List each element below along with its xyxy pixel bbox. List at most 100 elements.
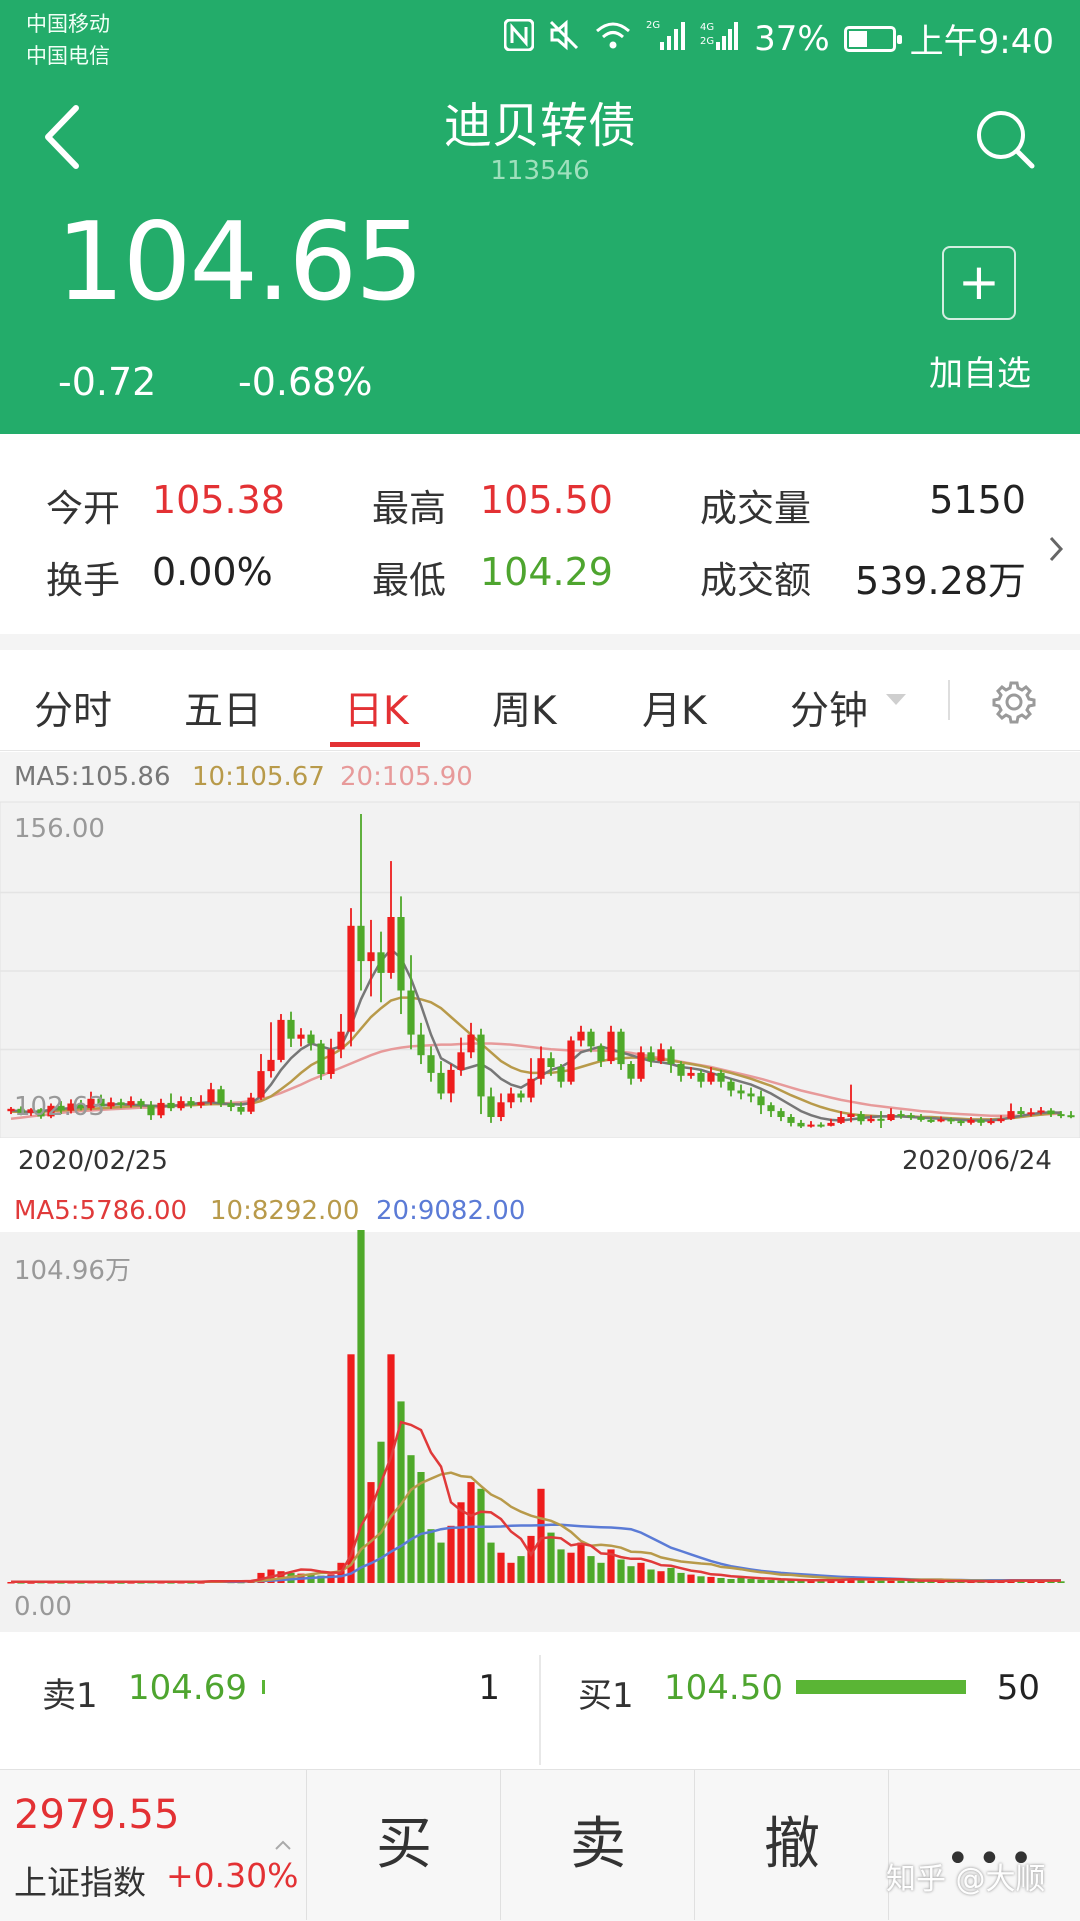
candle bbox=[557, 1067, 565, 1082]
candle bbox=[717, 1072, 725, 1082]
volume-bar bbox=[637, 1562, 645, 1583]
cancel-order-button[interactable]: 撤 bbox=[694, 1770, 889, 1920]
candle bbox=[207, 1089, 215, 1103]
index-value[interactable]: 2979.55 bbox=[14, 1792, 179, 1838]
signal-2-label: 4G bbox=[700, 22, 714, 33]
ask1-quantity: 1 bbox=[478, 1668, 500, 1708]
volume-bar bbox=[587, 1556, 595, 1583]
volume-bar bbox=[387, 1354, 395, 1583]
candle bbox=[1037, 1110, 1045, 1113]
candle bbox=[197, 1102, 205, 1106]
candle bbox=[757, 1096, 765, 1106]
volume-bar bbox=[497, 1552, 505, 1583]
price-panel bbox=[0, 801, 1080, 1139]
bid1-label: 买1 bbox=[578, 1676, 634, 1716]
volume-axis-min: 0.00 bbox=[14, 1592, 72, 1622]
index-change[interactable]: +0.30% bbox=[166, 1856, 298, 1895]
candle bbox=[567, 1040, 575, 1082]
candle bbox=[937, 1119, 945, 1122]
candle bbox=[1067, 1115, 1075, 1118]
kline-chart[interactable]: MA5:105.86 10:105.67 20:105.90 156.00 10… bbox=[0, 752, 1080, 1632]
candle bbox=[777, 1111, 785, 1117]
candle bbox=[367, 952, 375, 962]
candle bbox=[867, 1118, 875, 1122]
candle bbox=[687, 1072, 695, 1076]
tab-intraday[interactable]: 分时 bbox=[34, 680, 112, 736]
candle bbox=[667, 1049, 675, 1064]
add-watchlist-button[interactable]: + bbox=[942, 246, 1016, 320]
candle bbox=[967, 1119, 975, 1123]
volume-axis-max: 104.96万 bbox=[14, 1256, 131, 1286]
tab-daily-k[interactable]: 日K bbox=[344, 680, 409, 736]
candle bbox=[467, 1034, 475, 1053]
candle bbox=[897, 1114, 905, 1117]
candle bbox=[337, 1031, 345, 1050]
candle bbox=[177, 1101, 185, 1109]
sell-button[interactable]: 卖 bbox=[500, 1770, 695, 1920]
amount-label: 成交额 bbox=[700, 559, 811, 602]
chevron-down-icon[interactable] bbox=[886, 694, 906, 705]
volume-bar bbox=[677, 1572, 685, 1583]
candle bbox=[117, 1102, 125, 1106]
turnover-value: 0.00% bbox=[152, 550, 273, 594]
active-tab-indicator bbox=[330, 742, 420, 747]
volume-bar bbox=[697, 1576, 705, 1583]
candle bbox=[1057, 1114, 1065, 1117]
price-change: -0.72 bbox=[58, 360, 157, 404]
volume-bar bbox=[567, 1552, 575, 1583]
mute-icon bbox=[548, 19, 580, 59]
candle bbox=[497, 1102, 505, 1117]
chevron-up-icon[interactable] bbox=[274, 1836, 292, 1850]
candle bbox=[807, 1124, 815, 1127]
quote-expand-button[interactable] bbox=[1046, 534, 1066, 564]
volume-bar bbox=[777, 1580, 785, 1583]
candle bbox=[507, 1093, 515, 1103]
volume-bar bbox=[857, 1580, 865, 1583]
candle bbox=[227, 1103, 235, 1107]
candle bbox=[677, 1064, 685, 1076]
order-book-divider bbox=[539, 1655, 541, 1765]
candle bbox=[107, 1102, 115, 1107]
bid1-price: 104.50 bbox=[664, 1668, 783, 1708]
volume-bar bbox=[377, 1441, 385, 1583]
candle bbox=[297, 1034, 305, 1039]
candle bbox=[737, 1090, 745, 1094]
tab-minute[interactable]: 分钟 bbox=[790, 680, 868, 736]
index-name[interactable]: 上证指数 bbox=[14, 1856, 146, 1904]
candle bbox=[997, 1118, 1005, 1122]
add-watchlist-label[interactable]: 加自选 bbox=[910, 346, 1050, 395]
volume-bar bbox=[417, 1472, 425, 1583]
tab-weekly-k[interactable]: 周K bbox=[492, 680, 557, 736]
search-button[interactable] bbox=[974, 108, 1036, 170]
volume-bar bbox=[707, 1576, 715, 1583]
ask1-volume-bar bbox=[262, 1680, 266, 1694]
candle bbox=[257, 1071, 265, 1098]
candle bbox=[747, 1093, 755, 1097]
kline-chart-svg[interactable] bbox=[0, 752, 1080, 1632]
buy-button[interactable]: 买 bbox=[306, 1770, 501, 1920]
candle bbox=[827, 1122, 835, 1126]
candle bbox=[147, 1105, 155, 1116]
carrier-2: 中国电信 bbox=[26, 44, 110, 68]
search-icon bbox=[977, 111, 1035, 169]
candle bbox=[847, 1114, 855, 1117]
chart-settings-button[interactable] bbox=[992, 680, 1036, 724]
volume-bar bbox=[727, 1579, 735, 1583]
candle bbox=[417, 1034, 425, 1056]
tab-monthly-k[interactable]: 月K bbox=[642, 680, 707, 736]
nfc-icon bbox=[503, 18, 535, 59]
candle bbox=[957, 1121, 965, 1124]
high-label: 最高 bbox=[372, 487, 446, 530]
candle bbox=[1007, 1111, 1015, 1119]
candle bbox=[767, 1105, 775, 1112]
candle bbox=[647, 1052, 655, 1062]
candle bbox=[137, 1101, 145, 1106]
candle bbox=[597, 1046, 605, 1062]
high-value: 105.50 bbox=[480, 478, 613, 522]
bid1-quantity: 50 bbox=[996, 1668, 1040, 1708]
turnover-label: 换手 bbox=[46, 559, 120, 602]
volume-bar bbox=[667, 1567, 675, 1583]
vol-ma5-legend: MA5:5786.00 bbox=[14, 1196, 188, 1226]
volume-bar bbox=[457, 1502, 465, 1583]
tab-five-day[interactable]: 五日 bbox=[184, 680, 262, 736]
